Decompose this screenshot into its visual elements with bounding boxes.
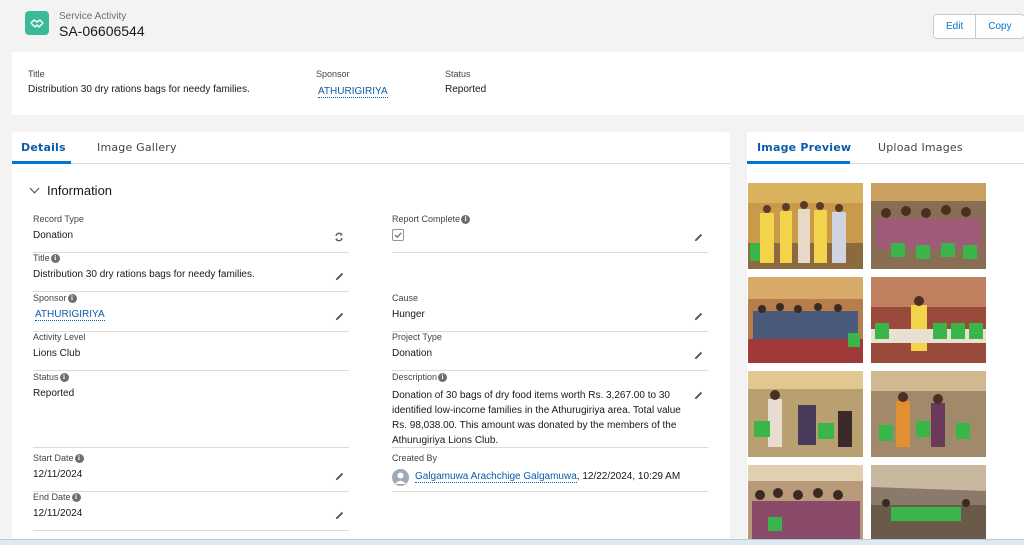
tab-image-preview-underline xyxy=(747,161,850,164)
info-icon[interactable]: i xyxy=(461,214,471,224)
info-icon[interactable]: i xyxy=(50,253,60,263)
highlight-title-label: Title xyxy=(28,69,45,79)
gallery-image[interactable] xyxy=(871,465,986,545)
highlights-panel: Title Distribution 30 dry rations bags f… xyxy=(12,52,1024,115)
pencil-icon[interactable] xyxy=(334,271,345,282)
field-value: Hunger xyxy=(392,309,425,320)
field-value: 12/11/2024 xyxy=(33,469,83,480)
field-description: Description i Donation of 30 bags of dry … xyxy=(392,372,708,448)
field-activity-level: Activity Level Lions Club xyxy=(33,332,349,371)
field-start-date: Start Date i 12/11/2024 xyxy=(33,453,349,492)
information-section-toggle[interactable]: Information xyxy=(29,183,113,198)
tab-upload-images[interactable]: Upload Images xyxy=(878,141,963,154)
pencil-icon[interactable] xyxy=(693,350,704,361)
action-buttons: Edit Copy xyxy=(933,14,1024,39)
field-value: Distribution 30 dry rations bags for nee… xyxy=(33,269,255,280)
field-created-by: Created By Galgamuwa Arachchige Galgamuw… xyxy=(392,453,708,492)
gallery-image[interactable] xyxy=(748,465,863,545)
details-card: Details Image Gallery Information Record… xyxy=(12,132,730,545)
pencil-icon[interactable] xyxy=(334,311,345,322)
tab-details-underline xyxy=(12,161,71,164)
field-title: Title i Distribution 30 dry rations bags … xyxy=(33,253,349,292)
pencil-icon[interactable] xyxy=(334,510,345,521)
field-label: Cause xyxy=(392,293,419,303)
tab-image-gallery[interactable]: Image Gallery xyxy=(97,141,177,154)
report-complete-checkbox xyxy=(392,229,404,241)
field-label: Project Type xyxy=(392,332,442,342)
section-title: Information xyxy=(47,183,113,198)
avatar xyxy=(392,469,409,486)
check-icon xyxy=(394,232,402,239)
field-label: Title xyxy=(33,253,50,263)
change-record-type-icon[interactable] xyxy=(333,231,345,243)
field-value: Donation of 30 bags of dry food items wo… xyxy=(392,390,681,446)
highlight-status-value: Reported xyxy=(445,84,487,95)
highlight-status-label: Status xyxy=(445,69,471,79)
handshake-icon xyxy=(25,11,49,35)
copy-button[interactable]: Copy xyxy=(975,15,1024,38)
gallery-image[interactable] xyxy=(871,277,986,363)
field-value: Donation xyxy=(33,230,74,241)
info-icon[interactable]: i xyxy=(74,453,84,463)
sponsor-link[interactable]: ATHURIGIRIYA xyxy=(35,309,105,321)
highlight-title-value: Distribution 30 dry rations bags for nee… xyxy=(28,84,250,95)
field-label: Record Type xyxy=(33,214,84,224)
field-label: Created By xyxy=(392,453,438,463)
created-by-user-link[interactable]: Galgamuwa Arachchige Galgamuwa xyxy=(415,471,577,483)
chevron-down-icon xyxy=(29,183,40,194)
image-tabs: Image Preview Upload Images xyxy=(747,132,1024,164)
highlight-status: Status Reported xyxy=(445,69,486,95)
tab-details[interactable]: Details xyxy=(21,141,66,154)
pencil-icon[interactable] xyxy=(693,311,704,322)
record-header: Service Activity SA-06606544 Edit Copy xyxy=(0,0,1024,52)
field-status: Status i Reported xyxy=(33,372,349,411)
user-icon xyxy=(395,472,406,484)
field-report-complete: Report Complete i xyxy=(392,214,708,253)
field-label: Sponsor xyxy=(33,293,67,303)
info-icon[interactable]: i xyxy=(67,293,77,303)
field-label: Status xyxy=(33,372,59,382)
field-value: Lions Club xyxy=(33,348,81,359)
info-icon[interactable]: i xyxy=(59,372,69,382)
gallery-image[interactable] xyxy=(748,183,863,269)
edit-button[interactable]: Edit xyxy=(934,15,976,38)
info-icon[interactable]: i xyxy=(438,372,448,382)
field-project-type: Project Type Donation xyxy=(392,332,708,371)
field-label: Report Complete xyxy=(392,214,461,224)
pencil-icon[interactable] xyxy=(334,471,345,482)
details-tabs: Details Image Gallery xyxy=(12,132,730,164)
gallery-image[interactable] xyxy=(871,371,986,457)
highlight-sponsor-link[interactable]: ATHURIGIRIYA xyxy=(318,86,388,98)
field-value: 12/11/2024 xyxy=(33,508,83,519)
field-sponsor: Sponsor i ATHURIGIRIYA xyxy=(33,293,349,332)
images-card: Image Preview Upload Images xyxy=(747,132,1024,545)
gallery-image[interactable] xyxy=(748,277,863,363)
field-label: Start Date xyxy=(33,453,74,463)
divider xyxy=(33,447,349,448)
highlight-title: Title Distribution 30 dry rations bags f… xyxy=(28,69,250,95)
field-cause: Cause Hunger xyxy=(392,293,708,332)
pencil-icon[interactable] xyxy=(693,232,704,243)
field-value: Reported xyxy=(33,388,75,399)
object-type-label: Service Activity xyxy=(59,11,127,22)
created-timestamp: , 12/22/2024, 10:29 AM xyxy=(576,471,681,482)
highlight-sponsor-label: Sponsor xyxy=(316,69,350,79)
record-name: SA-06606544 xyxy=(59,23,145,39)
highlight-sponsor: Sponsor ATHURIGIRIYA xyxy=(316,69,388,98)
field-label: Activity Level xyxy=(33,332,86,342)
tab-image-preview[interactable]: Image Preview xyxy=(757,141,851,154)
field-label: Description xyxy=(392,372,438,382)
gallery-image[interactable] xyxy=(748,371,863,457)
field-label: End Date xyxy=(33,492,71,502)
pencil-icon[interactable] xyxy=(693,390,704,401)
field-end-date: End Date i 12/11/2024 xyxy=(33,492,349,531)
utility-bar xyxy=(0,539,1024,545)
field-value: Donation xyxy=(392,348,433,359)
gallery-image[interactable] xyxy=(871,183,986,269)
field-record-type: Record Type Donation xyxy=(33,214,349,253)
info-icon[interactable]: i xyxy=(71,492,81,502)
